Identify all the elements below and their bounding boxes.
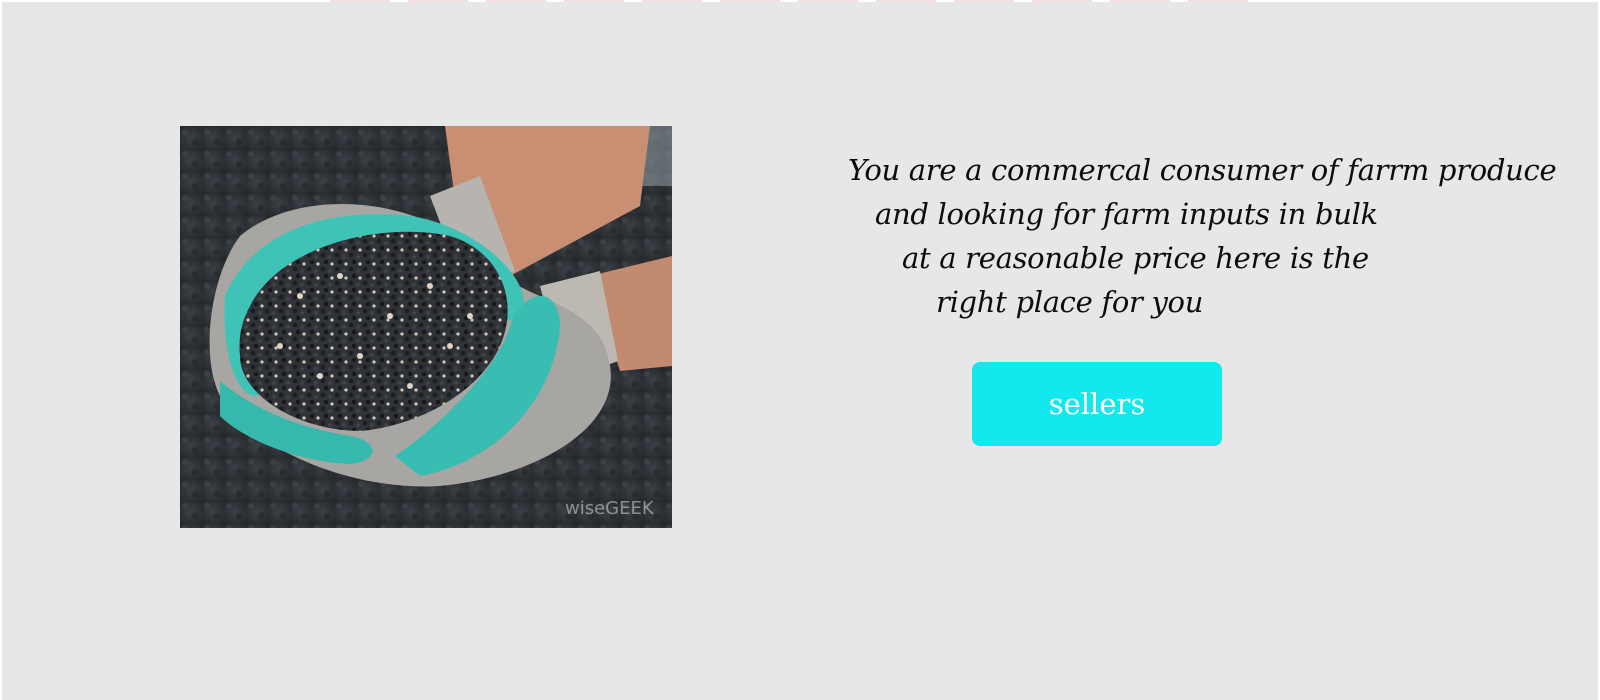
tagline-line-2: and looking for farm inputs in bulk — [875, 197, 1378, 231]
tagline-line-1: You are a commercal consumer of farrm pr… — [848, 153, 1557, 187]
tagline-line-3: at a reasonable price here is the — [902, 241, 1369, 275]
watermark-text: wiseGEEK — [565, 498, 655, 519]
intro-tagline: You are a commercal consumer of farrm pr… — [848, 148, 1557, 324]
intro-section: wiseGEEK You are a commercal consumer of… — [2, 2, 1598, 700]
fertilizer-hands-image: wiseGEEK — [180, 126, 672, 528]
tagline-line-4: right place for you — [936, 285, 1204, 319]
sellers-button[interactable]: sellers — [972, 362, 1222, 446]
